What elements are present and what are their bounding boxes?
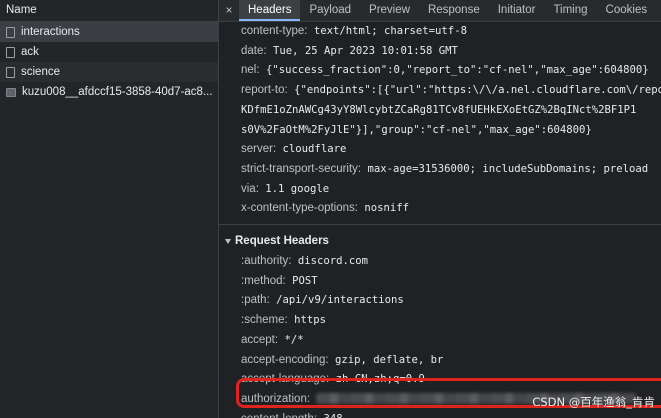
document-icon — [6, 66, 15, 78]
header-key: :authority: — [241, 255, 292, 268]
header-value: https — [294, 314, 326, 327]
header-value: zh-CN,zh;q=0.9 — [335, 373, 425, 386]
header-value: s0V%2FaOtM%2FyJlE"}],"group":"cf-nel","m… — [241, 123, 592, 136]
tab-response[interactable]: Response — [419, 0, 489, 21]
request-header-row: :authority: discord.com — [241, 252, 661, 272]
request-row-interactions[interactable]: interactions — [0, 22, 218, 42]
header-key: :path: — [241, 294, 270, 307]
tab-timing[interactable]: Timing — [544, 0, 596, 21]
close-icon[interactable]: × — [219, 0, 239, 21]
header-key: via: — [241, 182, 259, 195]
request-header-row: accept-language: zh-CN,zh;q=0.9 — [241, 370, 661, 390]
request-row-science[interactable]: science — [0, 62, 218, 82]
request-header-row: :path: /api/v9/interactions — [241, 291, 661, 311]
header-value: nosniff — [364, 202, 410, 215]
header-value: discord.com — [297, 255, 369, 268]
header-value: POST — [292, 274, 318, 287]
header-value: */* — [284, 333, 304, 346]
header-value: cloudflare — [282, 143, 347, 156]
header-value: KDfmE1oZnAWCg43yY8WlcybtZCaRg81TCv8fUEHk… — [241, 103, 637, 116]
tab-headers[interactable]: Headers — [239, 0, 301, 21]
image-icon — [6, 87, 16, 97]
header-key: :scheme: — [241, 314, 288, 327]
header-key: strict-transport-security: — [241, 162, 362, 175]
section-title: Request Headers — [235, 235, 329, 248]
header-value: /api/v9/interactions — [276, 294, 404, 307]
request-header-row: :method: POST — [241, 272, 661, 292]
document-icon — [6, 46, 15, 58]
name-column-header[interactable]: Name — [0, 0, 218, 22]
headers-content: content-type: text/html; charset=utf-8 d… — [219, 22, 661, 418]
triangle-down-icon — [225, 238, 231, 244]
request-headers-section-toggle[interactable]: Request Headers — [225, 230, 661, 252]
tab-payload[interactable]: Payload — [300, 0, 360, 21]
request-name: kuzu008__afdccf15-3858-40d7-ac8... — [22, 86, 213, 98]
header-value: max-age=31536000; includeSubDomains; pre… — [367, 162, 649, 175]
header-key: date: — [241, 44, 267, 57]
watermark: CSDN @百年渔翁_肯肯 — [532, 395, 655, 409]
header-value: text/html; charset=utf-8 — [313, 25, 467, 37]
document-icon — [6, 26, 15, 38]
header-value: gzip, deflate, br — [334, 353, 444, 366]
header-key: content-type: — [241, 25, 308, 37]
response-header-row: via: 1.1 google — [241, 180, 661, 200]
request-list-panel: Name interactions ack science kuzu008__a… — [0, 0, 219, 418]
request-row-ack[interactable]: ack — [0, 42, 218, 62]
header-key: server: — [241, 143, 277, 156]
section-divider — [219, 224, 661, 226]
request-header-row: content-length: 348 — [241, 410, 661, 418]
response-header-row: server: cloudflare — [241, 140, 661, 160]
request-header-row: :scheme: https — [241, 311, 661, 331]
header-value: {"success_fraction":0,"report_to":"cf-ne… — [265, 64, 649, 77]
header-key: :method: — [241, 274, 286, 287]
request-name: interactions — [21, 26, 80, 38]
header-value: Tue, 25 Apr 2023 10:01:58 GMT — [272, 44, 458, 57]
response-header-row: report-to: {"endpoints":[{"url":"https:\… — [241, 81, 661, 101]
request-row-kuzu008[interactable]: kuzu008__afdccf15-3858-40d7-ac8... — [0, 82, 218, 102]
header-key: authorization: — [241, 392, 311, 405]
header-value: 348 — [323, 413, 342, 418]
request-header-row: accept-encoding: gzip, deflate, br — [241, 351, 661, 371]
request-name: ack — [21, 46, 39, 58]
tab-initiator[interactable]: Initiator — [489, 0, 545, 21]
header-key: accept-encoding: — [241, 353, 329, 366]
response-header-row: strict-transport-security: max-age=31536… — [241, 160, 661, 180]
request-header-row: accept: */* — [241, 331, 661, 351]
request-name: science — [21, 66, 60, 78]
details-tab-bar: × Headers Payload Preview Response Initi… — [219, 0, 661, 22]
response-header-row: x-content-type-options: nosniff — [241, 199, 661, 219]
header-value: 1.1 google — [265, 182, 330, 195]
response-header-row: date: Tue, 25 Apr 2023 10:01:58 GMT — [241, 42, 661, 62]
tab-preview[interactable]: Preview — [360, 0, 419, 21]
header-key: accept-language: — [241, 373, 330, 386]
response-header-continuation: KDfmE1oZnAWCg43yY8WlcybtZCaRg81TCv8fUEHk… — [241, 101, 661, 121]
header-key: report-to: — [241, 84, 288, 97]
response-header-row: content-type: text/html; charset=utf-8 — [241, 22, 661, 42]
header-key: accept: — [241, 333, 279, 346]
tab-cookies[interactable]: Cookies — [597, 0, 657, 21]
response-header-continuation: s0V%2FaOtM%2FyJlE"}],"group":"cf-nel","m… — [241, 121, 661, 141]
header-value: {"endpoints":[{"url":"https:\/\/a.nel.cl… — [294, 84, 661, 97]
header-key: x-content-type-options: — [241, 202, 358, 215]
header-key: nel: — [241, 64, 260, 77]
response-header-row: nel: {"success_fraction":0,"report_to":"… — [241, 61, 661, 81]
request-details-panel: × Headers Payload Preview Response Initi… — [219, 0, 661, 418]
header-key: content-length: — [241, 413, 317, 418]
